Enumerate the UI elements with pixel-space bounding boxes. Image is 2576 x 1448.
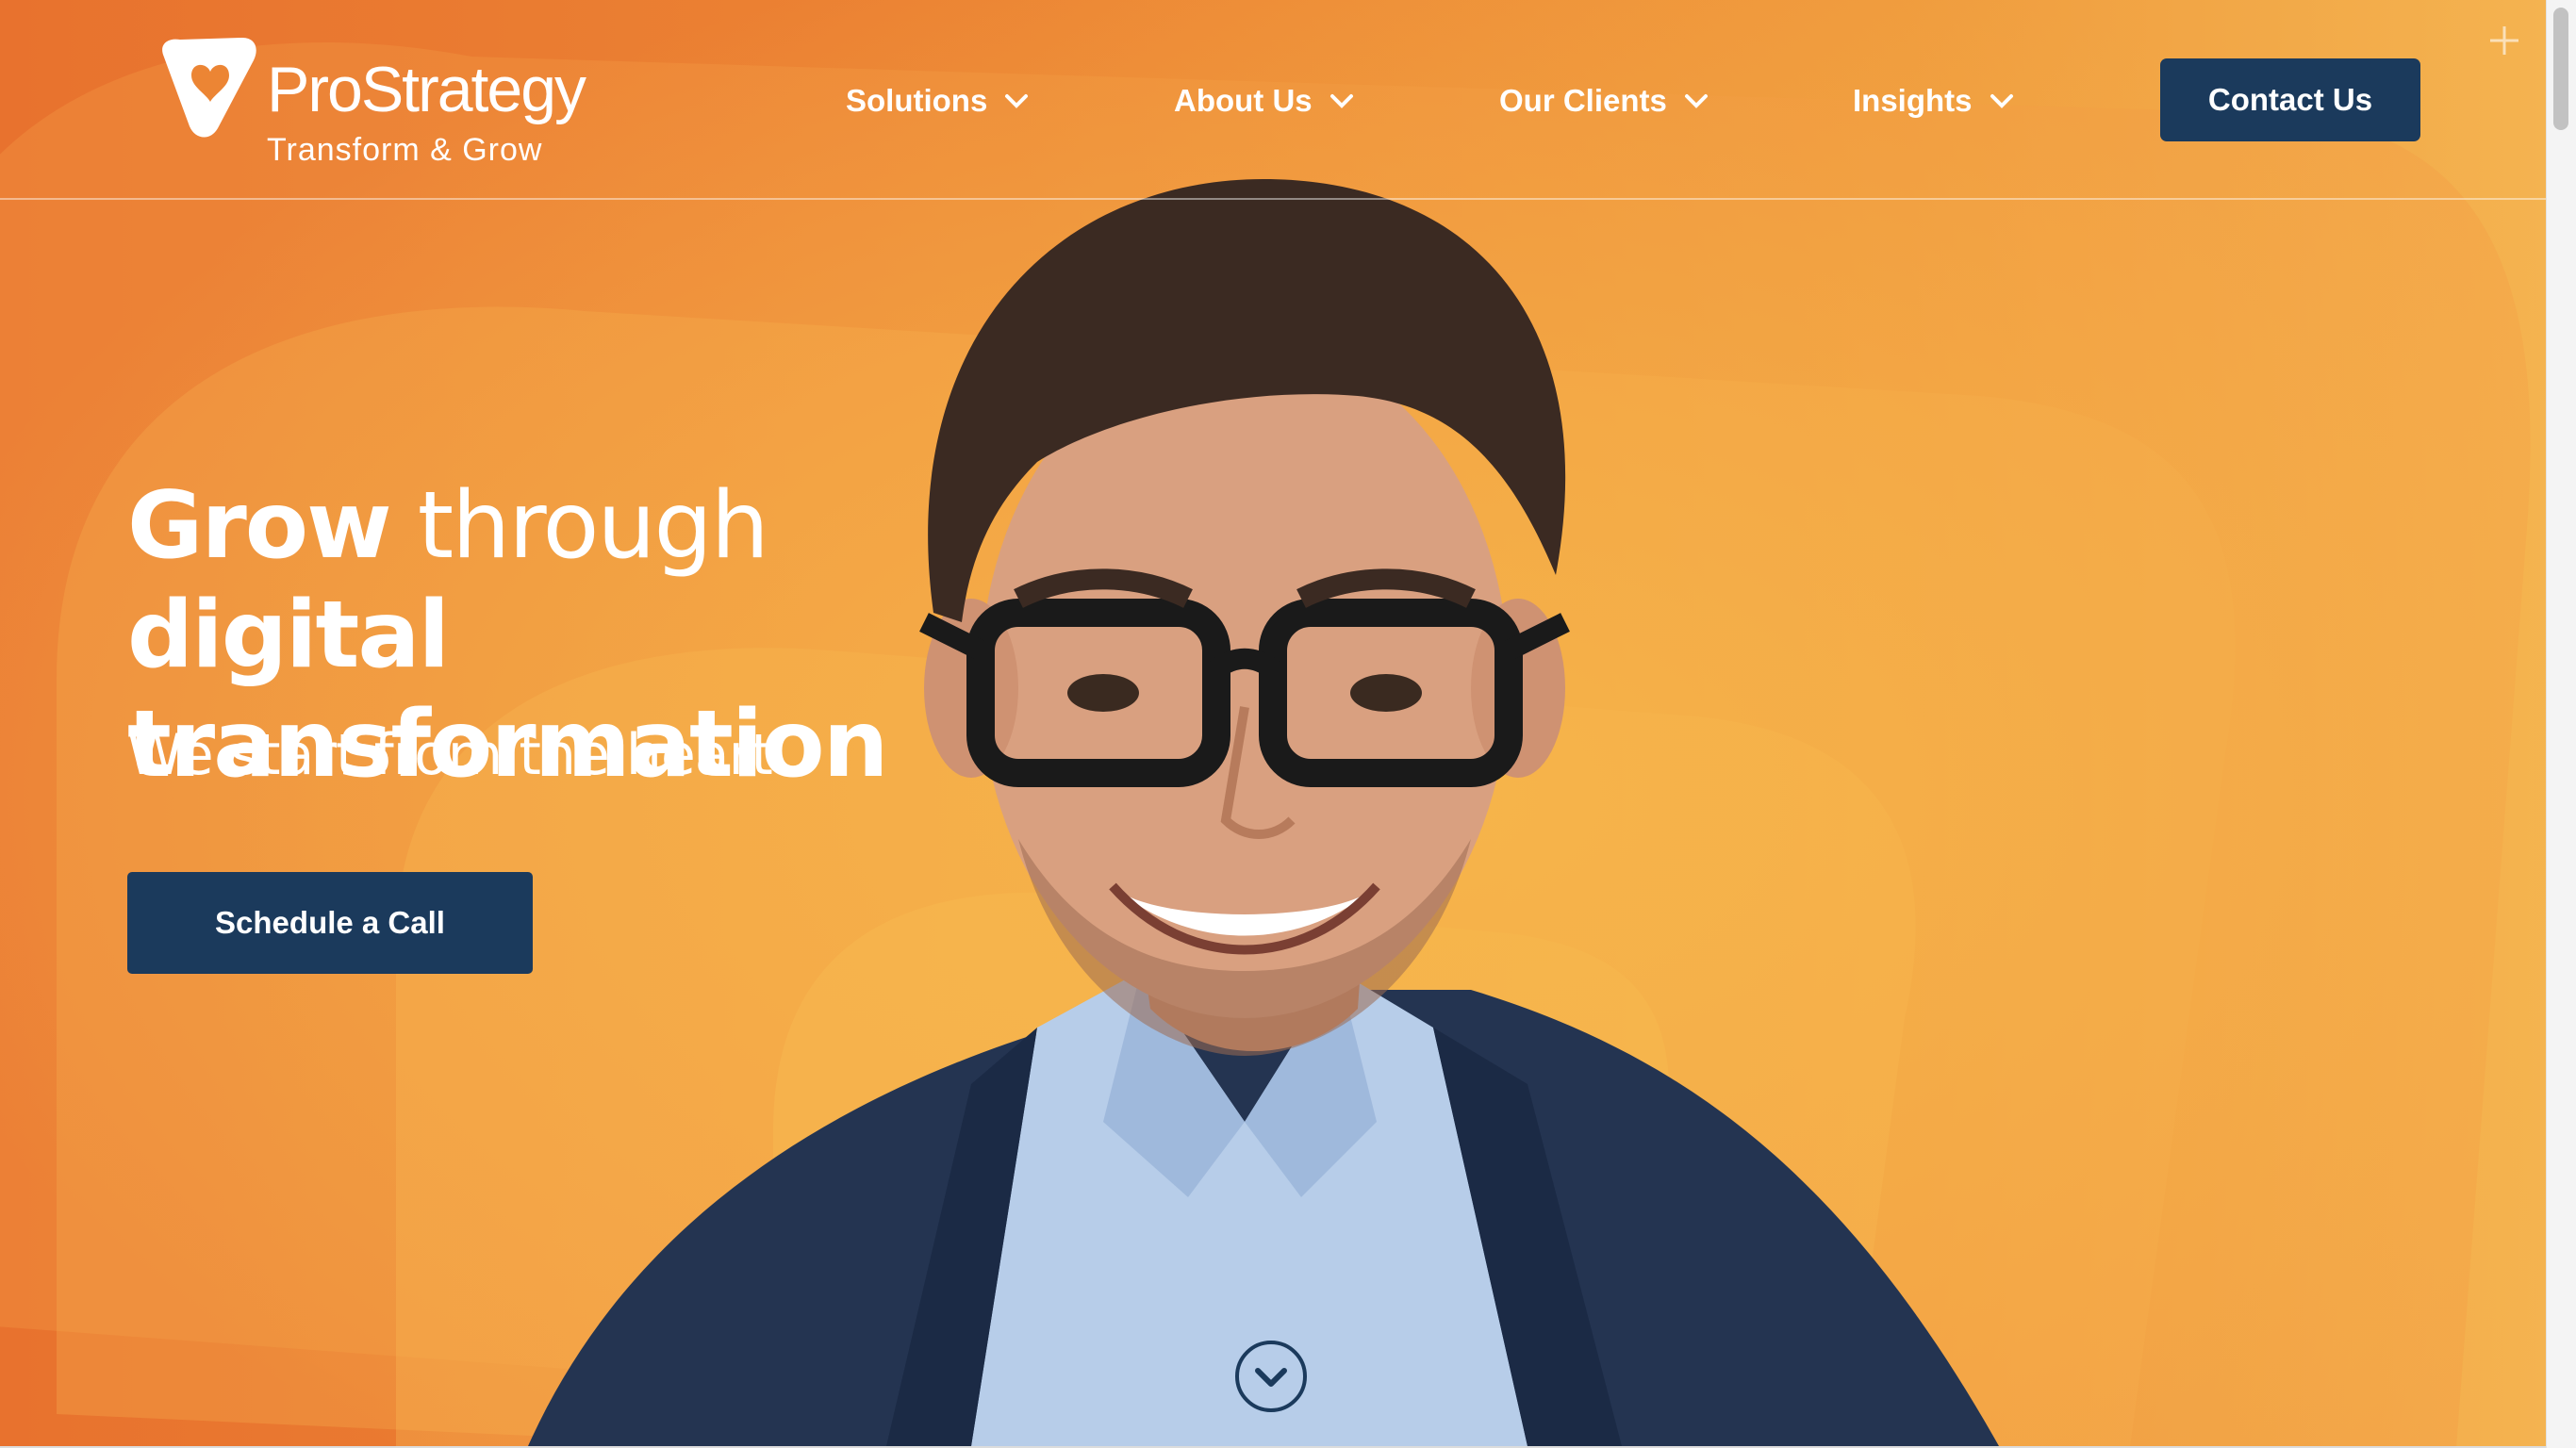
chevron-down-icon xyxy=(1329,94,1353,108)
headline-word-grow: Grow xyxy=(127,472,392,580)
scrollbar-thumb[interactable] xyxy=(2553,8,2568,130)
contact-us-button[interactable]: Contact Us xyxy=(2160,58,2420,141)
nav-item-our-clients[interactable]: Our Clients xyxy=(1499,77,1709,124)
schedule-call-button[interactable]: Schedule a Call xyxy=(127,872,533,974)
brand-logo[interactable]: ProStrategy Transform & Grow xyxy=(156,34,586,175)
nav-item-label: Our Clients xyxy=(1499,83,1667,118)
nav-item-about-us[interactable]: About Us xyxy=(1174,77,1354,124)
chevron-down-circle-icon[interactable] xyxy=(1233,1339,1309,1414)
chevron-down-icon xyxy=(1684,94,1708,108)
chevron-down-icon xyxy=(1005,94,1029,108)
brand-name: ProStrategy xyxy=(267,54,586,125)
scrollbar-track[interactable] xyxy=(2546,0,2576,1448)
nav-item-label: Solutions xyxy=(846,83,988,118)
headline-word-digital: digital xyxy=(127,582,450,689)
brand-tagline: Transform & Grow xyxy=(267,132,543,168)
headline-word-through: through xyxy=(417,472,769,580)
nav-item-label: Insights xyxy=(1853,83,1973,118)
hero-section: ProStrategy Transform & Grow Solutions A… xyxy=(0,0,2546,1446)
triangle-heart-icon xyxy=(162,38,256,138)
nav-item-insights[interactable]: Insights xyxy=(1853,77,2014,124)
hero-subheadline: We start from the heart. xyxy=(127,722,790,788)
hero-person-image xyxy=(528,179,1999,1446)
nav-item-solutions[interactable]: Solutions xyxy=(846,77,1029,124)
plus-icon[interactable] xyxy=(2488,25,2520,57)
chevron-down-icon xyxy=(1990,94,2013,108)
header-divider xyxy=(0,198,2546,200)
nav-item-label: About Us xyxy=(1174,83,1313,118)
